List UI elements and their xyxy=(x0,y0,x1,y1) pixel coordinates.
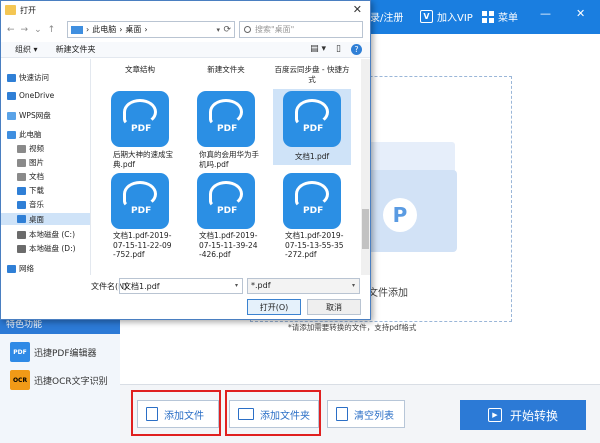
up-icon[interactable]: ↑ xyxy=(48,25,56,35)
preview-pane-icon[interactable]: ▯ xyxy=(336,44,341,55)
nav-desktop[interactable]: 桌面 xyxy=(1,213,90,225)
nav-videos[interactable]: 视频 xyxy=(17,143,44,154)
file-list-scrollbar[interactable] xyxy=(361,59,370,275)
chevron-down-icon[interactable]: ▾ xyxy=(216,26,220,34)
picture-icon xyxy=(17,158,26,167)
pdf-file-icon: PDF xyxy=(283,173,341,229)
scrollbar-thumb[interactable] xyxy=(362,209,369,249)
filetype-select[interactable]: *.pdf ▾ xyxy=(247,278,360,294)
dialog-toolbar: 组织 ▾ 新建文件夹 ▤ ▾ ▯ ? xyxy=(1,42,370,58)
highlight-add-file xyxy=(131,390,221,436)
video-icon xyxy=(17,144,26,153)
download-icon xyxy=(17,186,26,195)
features-panel: 特色功能 PDF 迅捷PDF编辑器 OCR 迅捷OCR文字识别 xyxy=(0,312,120,443)
filename-input[interactable]: 文档1.pdf ▾ xyxy=(119,278,243,294)
pdf-editor-icon: PDF xyxy=(10,342,30,362)
chevron-down-icon: ▾ xyxy=(351,282,355,289)
document-icon xyxy=(17,172,26,181)
back-icon[interactable]: ← xyxy=(7,25,15,35)
nav-network[interactable]: 网络 xyxy=(7,263,34,274)
dialog-titlebar: 打开 ✕ xyxy=(1,1,370,19)
pdf-file-icon: PDF xyxy=(111,91,169,147)
vip-icon: V xyxy=(420,10,433,23)
nav-music[interactable]: 音乐 xyxy=(17,199,44,210)
menu-button[interactable]: 菜单 xyxy=(482,9,518,24)
drop-zone-label: 文件添加 xyxy=(368,288,408,299)
minimize-icon[interactable]: — xyxy=(540,7,551,20)
trash-icon xyxy=(336,407,348,421)
folder-item[interactable]: 文章结构 xyxy=(101,65,179,75)
star-icon xyxy=(7,73,16,82)
close-icon[interactable]: ✕ xyxy=(576,7,585,20)
nav-downloads[interactable]: 下载 xyxy=(17,185,44,196)
nav-documents[interactable]: 文档 xyxy=(17,171,44,182)
filename-row: 文件名(N): 文档1.pdf ▾ *.pdf ▾ xyxy=(1,277,370,297)
folder-icon xyxy=(5,5,16,15)
dialog-navbar: ← → ⌄ ↑ › 此电脑 › 桌面 › ▾ ⟳ 搜索"桌面" xyxy=(1,19,370,41)
pdf-file-icon: PDF xyxy=(197,91,255,147)
nav-this-pc[interactable]: 此电脑 xyxy=(7,129,42,140)
folder-item[interactable]: 新建文件夹 xyxy=(187,65,265,75)
file-item-selected[interactable]: PDF 文档1.pdf xyxy=(273,89,351,165)
network-icon xyxy=(7,264,16,273)
cancel-button[interactable]: 取消 xyxy=(307,299,361,315)
start-convert-button[interactable]: ▶ 开始转换 xyxy=(460,400,586,430)
view-options-icon[interactable]: ▤ ▾ xyxy=(310,44,326,55)
dialog-title: 打开 xyxy=(20,5,36,15)
vip-button[interactable]: V 加入VIP xyxy=(420,9,473,24)
file-item[interactable]: PDF 文档1.pdf-2019-07-15-13-55-35-272.pdf xyxy=(273,173,351,273)
chevron-down-icon[interactable]: ⌄ xyxy=(34,25,42,35)
file-list: 文章结构 新建文件夹 百度云同步盘 - 快捷方式 PDF 后期大神的速成宝典.p… xyxy=(93,59,361,275)
refresh-icon[interactable]: ⟳ xyxy=(223,25,231,35)
grid-icon xyxy=(482,10,494,23)
computer-icon xyxy=(71,25,83,34)
nav-wps-drive[interactable]: WPS网盘 xyxy=(7,110,51,121)
nav-disk-c[interactable]: 本地磁盘 (C:) xyxy=(17,229,75,240)
file-item[interactable]: PDF 文档1.pdf-2019-07-15-11-22-09-752.pdf xyxy=(101,173,179,273)
file-item[interactable]: PDF 你真的会用华为手机吗.pdf xyxy=(187,89,265,171)
search-icon xyxy=(244,26,251,33)
login-link[interactable]: 录/注册 xyxy=(370,9,403,24)
file-item[interactable]: PDF 文档1.pdf-2019-07-15-11-39-24-426.pdf xyxy=(187,173,265,273)
feature-ocr[interactable]: OCR 迅捷OCR文字识别 xyxy=(10,370,108,390)
search-input[interactable]: 搜索"桌面" xyxy=(239,21,363,38)
desktop-icon xyxy=(17,215,26,223)
chevron-down-icon[interactable]: ▾ xyxy=(235,282,238,289)
nav-disk-d[interactable]: 本地磁盘 (D:) xyxy=(17,243,76,254)
nav-pictures[interactable]: 图片 xyxy=(17,157,44,168)
pdf-file-icon: PDF xyxy=(111,173,169,229)
disk-icon xyxy=(17,244,26,253)
clear-list-button[interactable]: 清空列表 xyxy=(327,400,405,428)
breadcrumb-this-pc[interactable]: 此电脑 xyxy=(92,24,116,35)
organize-button[interactable]: 组织 ▾ xyxy=(15,44,38,55)
new-folder-button[interactable]: 新建文件夹 xyxy=(56,44,96,55)
open-file-dialog: 打开 ✕ ← → ⌄ ↑ › 此电脑 › 桌面 › ▾ ⟳ 搜索"桌面" 组织 … xyxy=(0,0,371,320)
disk-icon xyxy=(17,230,26,239)
cloud-icon xyxy=(7,91,16,100)
feature-pdf-editor[interactable]: PDF 迅捷PDF编辑器 xyxy=(10,342,97,362)
play-icon: ▶ xyxy=(487,408,502,422)
music-icon xyxy=(17,200,26,209)
pdf-file-icon: PDF xyxy=(283,91,341,147)
help-icon[interactable]: ? xyxy=(351,44,362,55)
open-button[interactable]: 打开(O) xyxy=(247,299,301,315)
highlight-add-folder xyxy=(225,390,321,436)
close-icon[interactable]: ✕ xyxy=(353,3,362,16)
ocr-icon: OCR xyxy=(10,370,30,390)
forward-icon[interactable]: → xyxy=(21,25,29,35)
breadcrumb-desktop[interactable]: 桌面 xyxy=(125,24,141,35)
nav-quick-access[interactable]: 快速访问 xyxy=(7,72,49,83)
file-item[interactable]: PDF 后期大神的速成宝典.pdf xyxy=(101,89,179,171)
pdf-file-icon: PDF xyxy=(197,173,255,229)
navigation-pane: 快速访问 OneDrive WPS网盘 此电脑 视频 图片 文档 下载 音乐 桌… xyxy=(1,59,91,275)
cloud-icon xyxy=(7,111,16,120)
address-bar[interactable]: › 此电脑 › 桌面 › ▾ ⟳ xyxy=(67,21,235,38)
shortcut-item[interactable]: 百度云同步盘 - 快捷方式 xyxy=(273,65,351,84)
format-hint: *请添加需要转换的文件，支持pdf格式 xyxy=(288,323,417,332)
nav-onedrive[interactable]: OneDrive xyxy=(7,91,54,100)
computer-icon xyxy=(7,130,16,139)
